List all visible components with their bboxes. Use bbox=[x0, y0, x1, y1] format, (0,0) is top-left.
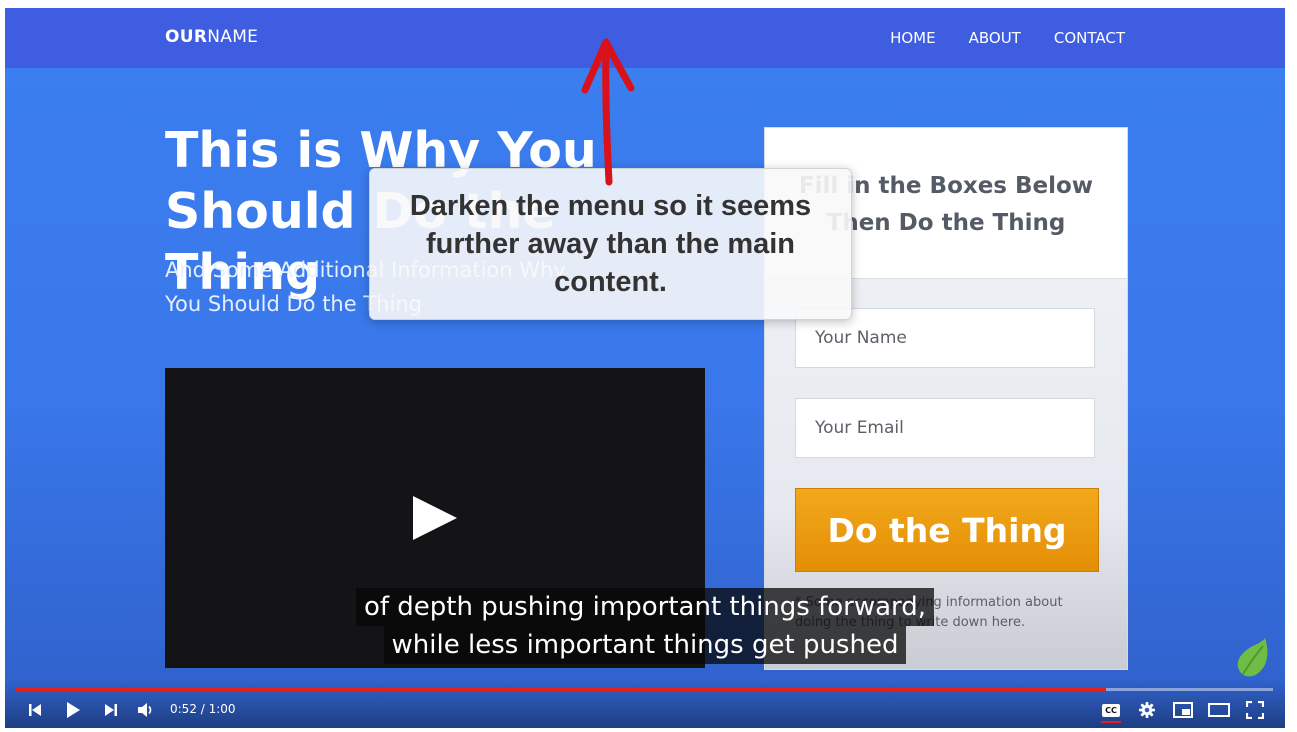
brand-bold-text: OUR bbox=[165, 27, 208, 47]
video-player[interactable]: OURNAME HOME ABOUT CONTACT This is Why Y… bbox=[5, 8, 1285, 728]
top-navigation-bar: OURNAME HOME ABOUT CONTACT bbox=[5, 8, 1285, 68]
fullscreen-icon[interactable] bbox=[1243, 698, 1267, 722]
do-the-thing-button[interactable]: Do the Thing bbox=[795, 488, 1099, 572]
brand-rest-text: NAME bbox=[207, 27, 259, 47]
player-controls-bar: 0:52 / 1:00 CC bbox=[5, 680, 1285, 728]
cc-label: CC bbox=[1105, 705, 1117, 715]
brand-logo[interactable]: OURNAME bbox=[165, 27, 258, 47]
volume-icon[interactable] bbox=[133, 698, 157, 722]
closed-captions-icon[interactable]: CC bbox=[1099, 698, 1123, 723]
nav-links: HOME ABOUT CONTACT bbox=[890, 29, 1125, 47]
annotation-callout: Darken the menu so it seems further away… bbox=[369, 168, 852, 320]
time-display: 0:52 / 1:00 bbox=[170, 702, 236, 716]
skip-next-icon[interactable] bbox=[99, 698, 123, 722]
annotation-text: Darken the menu so it seems further away… bbox=[409, 190, 812, 298]
subtitle-captions: of depth pushing important things forwar… bbox=[5, 588, 1285, 664]
skip-previous-icon[interactable] bbox=[23, 698, 47, 722]
caption-line-2: while less important things get pushed bbox=[383, 626, 907, 664]
red-arrow-icon bbox=[581, 38, 635, 186]
progress-played bbox=[16, 688, 1106, 691]
cc-active-underline bbox=[1101, 720, 1121, 723]
theater-mode-icon[interactable] bbox=[1207, 698, 1231, 722]
caption-line-1: of depth pushing important things forwar… bbox=[355, 588, 935, 626]
nav-link-home[interactable]: HOME bbox=[890, 29, 936, 47]
progress-bar[interactable] bbox=[16, 688, 1273, 691]
email-input[interactable] bbox=[795, 398, 1095, 458]
nav-link-contact[interactable]: CONTACT bbox=[1054, 29, 1125, 47]
nav-link-about[interactable]: ABOUT bbox=[969, 29, 1021, 47]
video-play-icon[interactable] bbox=[413, 496, 457, 540]
settings-gear-icon[interactable] bbox=[1135, 698, 1159, 722]
envato-leaf-icon bbox=[1237, 638, 1268, 677]
play-icon[interactable] bbox=[61, 698, 85, 722]
miniplayer-icon[interactable] bbox=[1171, 698, 1195, 722]
